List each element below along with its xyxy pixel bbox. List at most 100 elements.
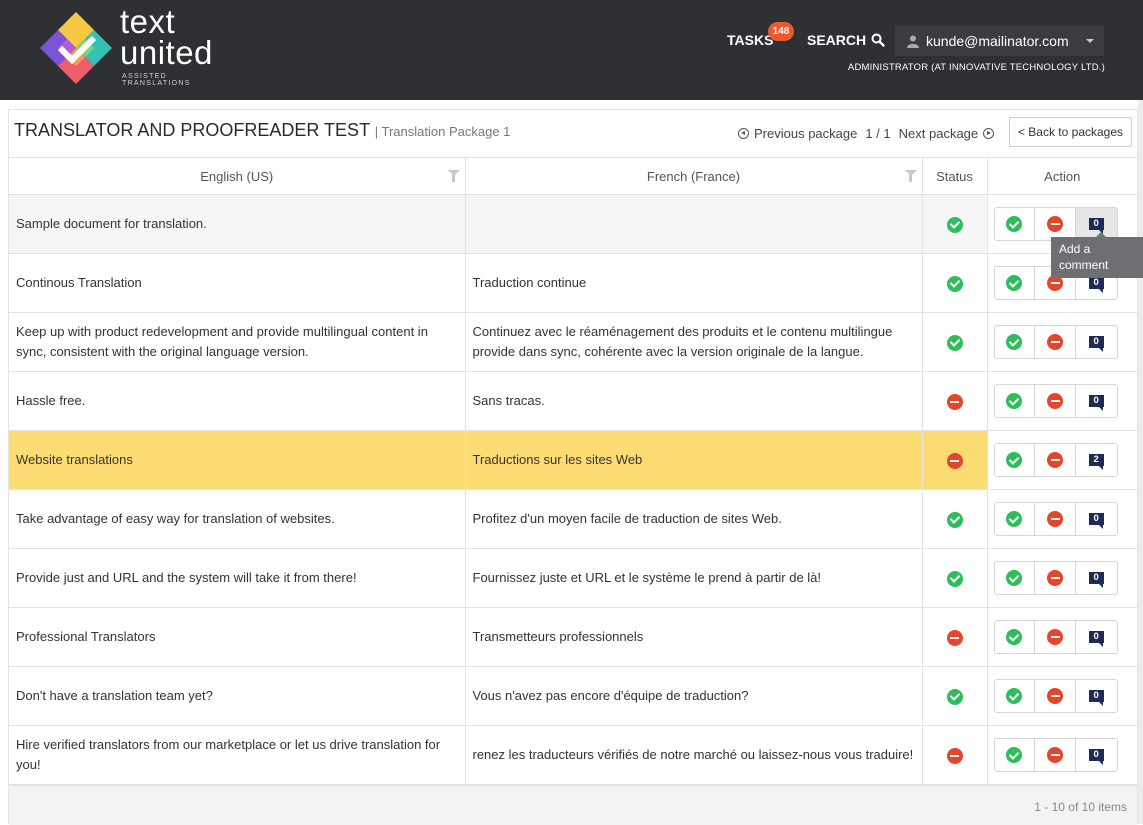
package-title: TRANSLATOR AND PROOFREADER TEST [14,120,370,140]
search-link[interactable]: SEARCH [807,32,885,48]
source-cell: Professional Translators [9,607,466,667]
user-menu-dropdown[interactable]: kunde@mailinator.com [895,26,1104,56]
approve-button[interactable] [994,326,1036,358]
table-footer: 1 - 10 of 10 items [9,785,1137,825]
status-rejected-icon [946,629,963,646]
approve-button[interactable] [994,739,1036,771]
source-cell: Sample document for translation. [9,194,466,254]
approve-button[interactable] [994,562,1036,594]
row-actions: 0 [993,738,1118,772]
table-row[interactable]: Continous Translation Traduction continue… [9,253,1137,313]
package-panel: TRANSLATOR AND PROOFREADER TEST | Transl… [8,109,1138,825]
reject-button[interactable] [1035,739,1076,771]
arrow-left-circle-icon [738,128,749,139]
target-cell[interactable]: Profitez d'un moyen facile de traduction… [465,489,923,549]
reject-button[interactable] [1035,680,1076,712]
add-comment-button[interactable]: 0 [1075,503,1117,535]
reject-button[interactable] [1035,444,1076,476]
status-rejected-icon [946,393,963,410]
filter-icon[interactable] [904,170,917,182]
action-cell: 0 [987,725,1137,785]
add-comment-button[interactable]: 0 [1075,739,1117,771]
table-row[interactable]: Provide just and URL and the system will… [9,548,1137,608]
reject-button[interactable] [1035,385,1076,417]
status-cell [922,430,988,490]
status-approved-icon [946,511,963,528]
check-circle-icon [1006,275,1023,291]
target-cell[interactable]: Fournissez juste et URL et le système le… [465,548,923,608]
table-row[interactable]: Hassle free. Sans tracas. 0 [9,371,1137,431]
column-header-target-label: French (France) [646,168,741,184]
row-actions: 0 [993,502,1118,536]
action-cell: 0 [987,312,1137,372]
add-comment-tooltip: Add a comment [1051,232,1143,278]
approve-button[interactable] [994,621,1036,653]
add-comment-button[interactable]: 0 [1075,680,1117,712]
approve-button[interactable] [994,680,1036,712]
status-rejected-icon [946,452,963,469]
source-cell: Hassle free. [9,371,466,431]
add-comment-button[interactable]: 0 [1075,621,1117,653]
add-comment-button[interactable]: 0 [1075,385,1117,417]
check-circle-icon [1006,688,1023,704]
reject-button[interactable] [1035,208,1076,240]
target-cell[interactable]: Sans tracas. [465,371,923,431]
check-circle-icon [1006,511,1023,527]
check-circle-icon [1006,570,1023,586]
search-icon [871,33,885,47]
approve-button[interactable] [994,503,1036,535]
target-cell[interactable]: Traduction continue [465,253,923,313]
column-header-source[interactable]: English (US) [9,157,466,195]
tasks-link[interactable]: TASKS [727,32,773,48]
add-comment-button[interactable]: 0 [1075,326,1117,358]
add-comment-button[interactable]: 2 [1075,444,1117,476]
text-united-logo[interactable]: text united ASSISTED TRANSLATIONS [38,5,238,90]
row-actions: 0 [993,384,1118,418]
target-cell[interactable]: Continuez avec le réaménagement des prod… [465,312,923,372]
table-row[interactable]: Professional Translators Transmetteurs pr… [9,607,1137,667]
approve-button[interactable] [994,385,1036,417]
back-to-packages-button[interactable]: < Back to packages [1009,117,1132,147]
action-cell: 2 [987,430,1137,490]
table-row[interactable]: Take advantage of easy way for translati… [9,489,1137,549]
filter-icon[interactable] [447,170,460,182]
row-actions: 0 [993,620,1118,654]
target-cell[interactable]: Traductions sur les sites Web [465,430,923,490]
column-header-target[interactable]: French (France) [465,157,923,195]
check-circle-icon [1006,216,1023,232]
row-actions: 0 [993,561,1118,595]
status-cell [922,666,988,726]
target-cell[interactable]: Vous n'avez pas encore d'équipe de tradu… [465,666,923,726]
approve-button[interactable] [994,444,1036,476]
target-cell[interactable]: Transmetteurs professionnels [465,607,923,667]
logo-line-1: text [120,3,176,40]
source-cell: Don't have a translation team yet? [9,666,466,726]
action-cell: 0 [987,489,1137,549]
status-cell [922,371,988,431]
table-row[interactable]: Don't have a translation team yet? Vous n… [9,666,1137,726]
reject-button[interactable] [1035,326,1076,358]
next-package-link[interactable]: Next package [899,126,995,141]
comment-count-icon: 0 [1088,749,1104,765]
minus-circle-icon [1047,511,1063,527]
reject-button[interactable] [1035,562,1076,594]
target-cell[interactable] [465,194,923,254]
table-row[interactable]: Keep up with product redevelopment and p… [9,312,1137,372]
target-cell[interactable]: renez les traducteurs vérifiés de notre … [465,725,923,785]
minus-circle-icon [1047,570,1063,586]
status-approved-icon [946,275,963,292]
table-row[interactable]: Hire verified translators from our marke… [9,725,1137,785]
approve-button[interactable] [994,208,1036,240]
table-row[interactable]: Sample document for translation. 0 [9,194,1137,254]
add-comment-button[interactable]: 0 [1075,562,1117,594]
status-cell [922,194,988,254]
table-header-row: English (US) French (France) Status Acti… [9,157,1137,195]
action-cell: 0 [987,607,1137,667]
table-row[interactable]: Website translations Traductions sur les … [9,430,1137,490]
reject-button[interactable] [1035,621,1076,653]
approve-button[interactable] [994,267,1036,299]
arrow-right-circle-icon [983,128,995,139]
reject-button[interactable] [1035,503,1076,535]
column-header-source-label: English (US) [200,168,274,184]
previous-package-link[interactable]: Previous package [738,126,857,141]
